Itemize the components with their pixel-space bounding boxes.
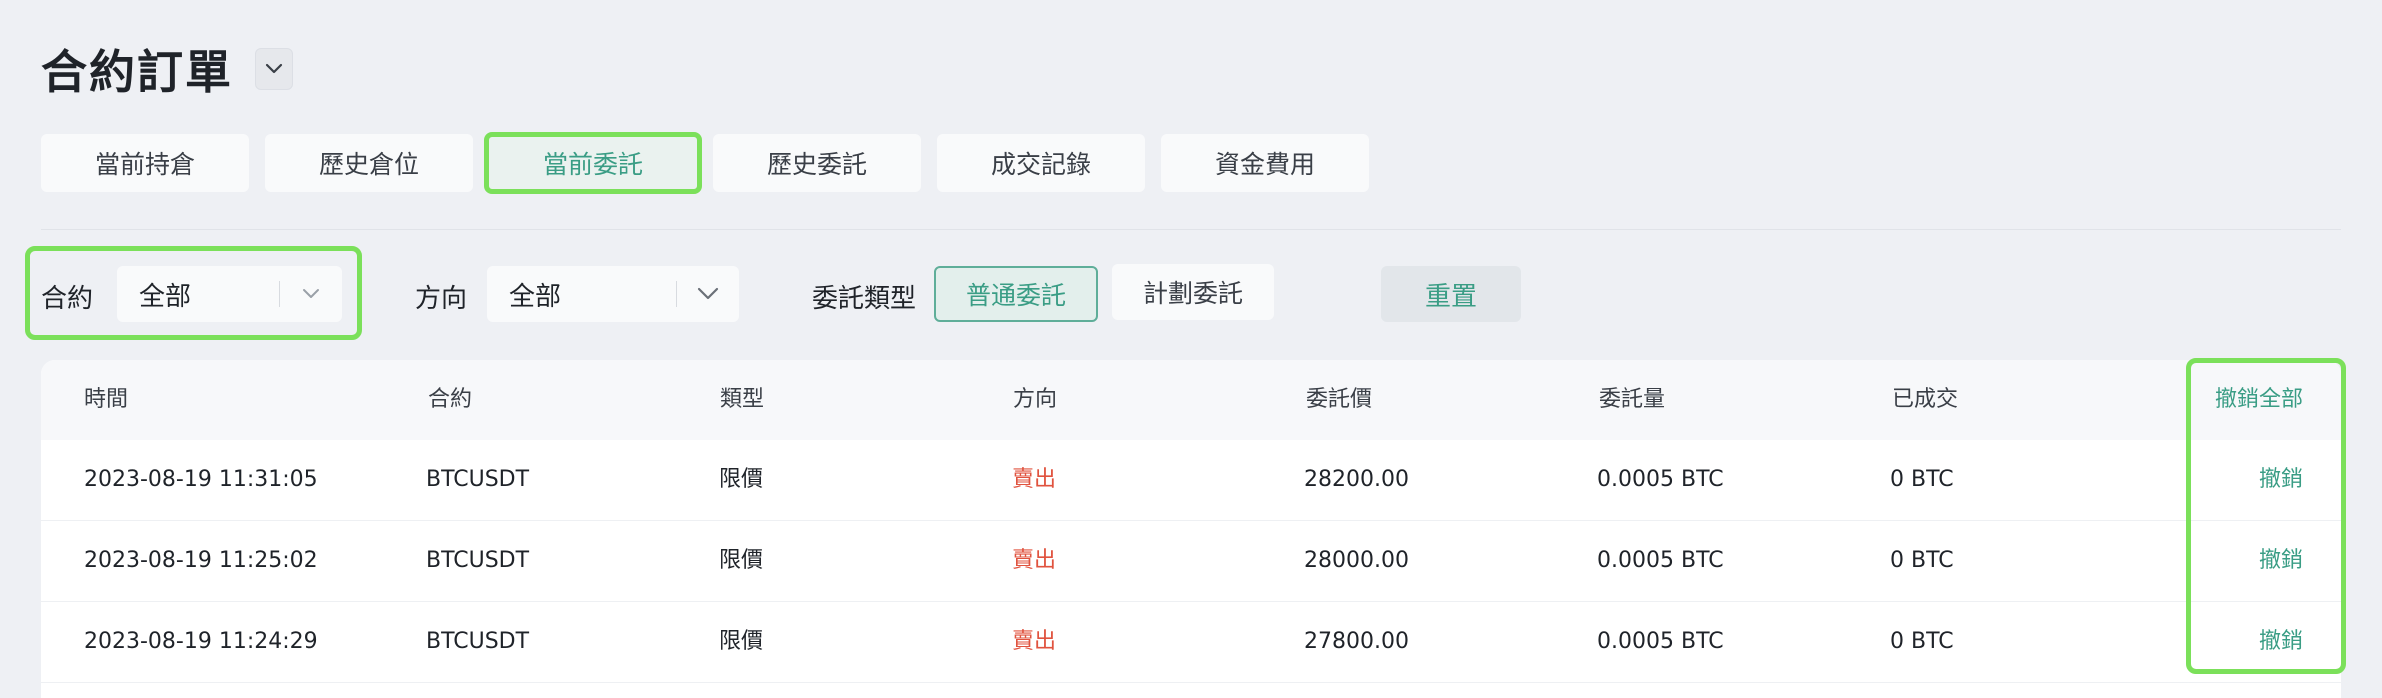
order-type-normal-button[interactable]: 普通委託 [934,266,1098,322]
cell-order-price: 28200.00 [1304,467,1409,492]
reset-button[interactable]: 重置 [1381,266,1521,322]
tab-funding-fees[interactable]: 資金費用 [1161,134,1369,192]
cancel-column-highlight [2186,358,2346,674]
chevron-down-icon [265,63,283,74]
direction-select[interactable]: 全部 [487,266,739,322]
title-row: 合約訂單 [41,36,293,102]
order-type-plan-button[interactable]: 計劃委託 [1112,264,1274,320]
open-orders-table: 時間 合約 類型 方向 委託價 委託量 已成交 撤銷全部 2023-08-19 … [41,360,2341,698]
contract-select-value: 全部 [139,281,192,312]
table-row: 2023-08-19 11:31:05 BTCUSDT 限價 賣出 28200.… [41,440,2341,521]
direction-select-value: 全部 [509,281,562,312]
cell-order-price: 27800.00 [1304,629,1409,654]
cell-order-price: 28000.00 [1304,548,1409,573]
cell-time: 2023-08-19 11:25:02 [84,548,318,573]
direction-filter-label: 方向 [415,284,468,314]
cell-order-amount: 0.0005 BTC [1597,629,1724,654]
divider [41,229,2341,230]
table-header: 時間 合約 類型 方向 委託價 委託量 已成交 撤銷全部 [41,360,2341,440]
column-header-direction: 方向 [1013,387,1058,412]
cell-contract: BTCUSDT [426,548,530,573]
page-title: 合約訂單 [41,45,233,99]
column-header-order-price: 委託價 [1306,387,1373,412]
order-tabs: 當前持倉 歷史倉位 當前委託 歷史委託 成交記錄 資金費用 [41,132,1385,194]
cell-order-amount: 0.0005 BTC [1597,467,1724,492]
tab-position-history[interactable]: 歷史倉位 [265,134,473,192]
column-header-type: 類型 [720,387,765,412]
column-header-contract: 合約 [428,387,473,412]
tab-current-positions[interactable]: 當前持倉 [41,134,249,192]
cell-type: 限價 [719,629,764,654]
column-header-time: 時間 [84,387,129,412]
chevron-down-icon [303,289,319,298]
cell-filled: 0 BTC [1890,467,1954,492]
tab-order-history[interactable]: 歷史委託 [713,134,921,192]
table-row: 2023-08-19 11:25:02 BTCUSDT 限價 賣出 28000.… [41,521,2341,602]
cell-contract: BTCUSDT [426,467,530,492]
cell-contract: BTCUSDT [426,629,530,654]
title-dropdown-button[interactable] [255,48,293,90]
cell-direction: 賣出 [1012,548,1057,573]
chevron-down-icon [697,287,719,300]
contract-select[interactable]: 全部 [117,266,342,322]
cell-filled: 0 BTC [1890,548,1954,573]
cell-filled: 0 BTC [1890,629,1954,654]
cell-direction: 賣出 [1012,629,1057,654]
cell-type: 限價 [719,467,764,492]
cell-type: 限價 [719,548,764,573]
page: 合約訂單 當前持倉 歷史倉位 當前委託 歷史委託 成交記錄 資金費用 合約 全部… [0,0,2382,698]
tab-trade-history[interactable]: 成交記錄 [937,134,1145,192]
contract-filter-label: 合約 [41,284,94,314]
table-row: 2023-08-19 11:24:29 BTCUSDT 限價 賣出 27800.… [41,602,2341,683]
column-header-filled: 已成交 [1892,387,1959,412]
cell-time: 2023-08-19 11:24:29 [84,629,318,654]
cell-direction: 賣出 [1012,467,1057,492]
order-type-label: 委託類型 [812,284,917,314]
cell-order-amount: 0.0005 BTC [1597,548,1724,573]
column-header-order-amount: 委託量 [1599,387,1666,412]
tab-open-orders[interactable]: 當前委託 [484,132,702,194]
cell-time: 2023-08-19 11:31:05 [84,467,318,492]
